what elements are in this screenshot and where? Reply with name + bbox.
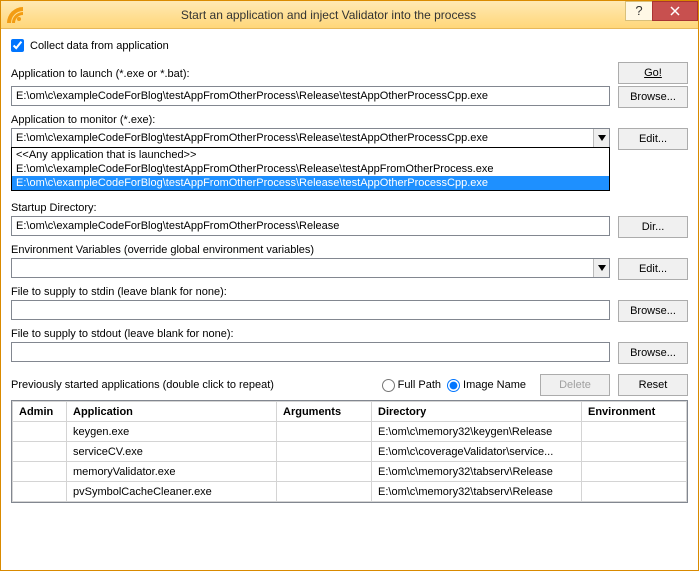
table-row[interactable]: memoryValidator.exe E:\om\c\memory32\tabs… bbox=[13, 462, 687, 482]
stdout-label: File to supply to stdout (leave blank fo… bbox=[11, 328, 688, 340]
titlebar: Start an application and inject Validato… bbox=[1, 1, 698, 29]
col-application[interactable]: Application bbox=[67, 402, 277, 422]
cell-admin bbox=[13, 482, 67, 502]
combo-dropdown-button[interactable] bbox=[593, 129, 609, 147]
cell-app: serviceCV.exe bbox=[67, 442, 277, 462]
cell-dir: E:\om\c\memory32\keygen\Release bbox=[372, 422, 582, 442]
delete-button[interactable]: Delete bbox=[540, 374, 610, 396]
table-row[interactable]: pvSymbolCacheCleaner.exe E:\om\c\memory32… bbox=[13, 482, 687, 502]
app-launch-label: Application to launch (*.exe or *.bat): bbox=[11, 68, 610, 80]
radio-full-path[interactable]: Full Path bbox=[382, 379, 441, 392]
browse-stdout-button[interactable]: Browse... bbox=[618, 342, 688, 364]
cell-args bbox=[277, 462, 372, 482]
stdin-input[interactable] bbox=[11, 300, 610, 320]
cell-app: memoryValidator.exe bbox=[67, 462, 277, 482]
cell-admin bbox=[13, 462, 67, 482]
dropdown-item[interactable]: E:\om\c\exampleCodeForBlog\testAppFromOt… bbox=[12, 176, 609, 190]
col-environment[interactable]: Environment bbox=[582, 402, 687, 422]
help-button[interactable]: ? bbox=[625, 1, 653, 21]
close-button[interactable] bbox=[652, 1, 698, 21]
collect-data-label: Collect data from application bbox=[30, 40, 169, 52]
app-monitor-combo[interactable] bbox=[11, 128, 610, 148]
env-vars-label: Environment Variables (override global e… bbox=[11, 244, 688, 256]
cell-args bbox=[277, 442, 372, 462]
env-vars-combo[interactable] bbox=[11, 258, 610, 278]
col-arguments[interactable]: Arguments bbox=[277, 402, 372, 422]
app-monitor-label: Application to monitor (*.exe): bbox=[11, 114, 688, 126]
cell-env bbox=[582, 462, 687, 482]
dropdown-item[interactable]: <<Any application that is launched>> bbox=[12, 148, 609, 162]
cell-env bbox=[582, 482, 687, 502]
cell-args bbox=[277, 482, 372, 502]
prev-apps-table: Admin Application Arguments Directory En… bbox=[11, 400, 688, 503]
cell-dir: E:\om\c\memory32\tabserv\Release bbox=[372, 482, 582, 502]
cell-dir: E:\om\c\coverageValidator\service... bbox=[372, 442, 582, 462]
dialog-body: Collect data from application Applicatio… bbox=[1, 29, 698, 570]
app-launch-input[interactable] bbox=[11, 86, 610, 106]
go-button[interactable]: Go! bbox=[618, 62, 688, 84]
stdin-label: File to supply to stdin (leave blank for… bbox=[11, 286, 688, 298]
reset-button[interactable]: Reset bbox=[618, 374, 688, 396]
env-combo-button[interactable] bbox=[593, 259, 609, 277]
window-title: Start an application and inject Validato… bbox=[31, 8, 626, 22]
radio-image-name[interactable]: Image Name bbox=[447, 379, 526, 392]
cell-admin bbox=[13, 422, 67, 442]
dialog-window: Start an application and inject Validato… bbox=[0, 0, 699, 571]
table-header-row: Admin Application Arguments Directory En… bbox=[13, 402, 687, 422]
cell-app: keygen.exe bbox=[67, 422, 277, 442]
cell-args bbox=[277, 422, 372, 442]
col-directory[interactable]: Directory bbox=[372, 402, 582, 422]
edit-env-button[interactable]: Edit... bbox=[618, 258, 688, 280]
table-row[interactable]: serviceCV.exe E:\om\c\coverageValidator\s… bbox=[13, 442, 687, 462]
path-mode-radios: Full Path Image Name bbox=[382, 379, 526, 392]
collect-data-checkbox[interactable] bbox=[11, 39, 24, 52]
cell-admin bbox=[13, 442, 67, 462]
edit-monitor-button[interactable]: Edit... bbox=[618, 128, 688, 150]
cell-env bbox=[582, 442, 687, 462]
browse-launch-button[interactable]: Browse... bbox=[618, 86, 688, 108]
prev-apps-label: Previously started applications (double … bbox=[11, 379, 274, 391]
cell-app: pvSymbolCacheCleaner.exe bbox=[67, 482, 277, 502]
dropdown-item[interactable]: E:\om\c\exampleCodeForBlog\testAppFromOt… bbox=[12, 162, 609, 176]
startup-dir-input[interactable] bbox=[11, 216, 610, 236]
browse-stdin-button[interactable]: Browse... bbox=[618, 300, 688, 322]
startup-dir-label: Startup Directory: bbox=[11, 202, 688, 214]
dir-button[interactable]: Dir... bbox=[618, 216, 688, 238]
cell-env bbox=[582, 422, 687, 442]
cell-dir: E:\om\c\memory32\tabserv\Release bbox=[372, 462, 582, 482]
app-icon bbox=[7, 7, 23, 23]
app-monitor-dropdown: <<Any application that is launched>> E:\… bbox=[11, 147, 610, 191]
col-admin[interactable]: Admin bbox=[13, 402, 67, 422]
stdout-input[interactable] bbox=[11, 342, 610, 362]
table-row[interactable]: keygen.exe E:\om\c\memory32\keygen\Releas… bbox=[13, 422, 687, 442]
